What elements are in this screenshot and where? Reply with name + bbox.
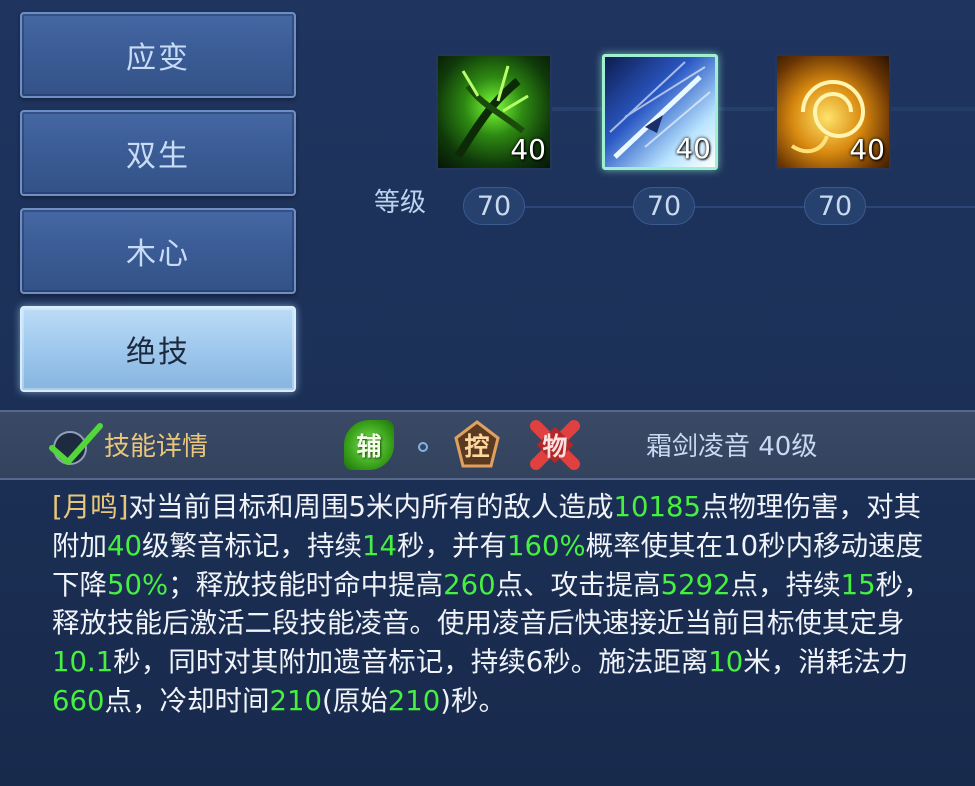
golden-vortex-skill-icon[interactable]: 40 (775, 54, 891, 170)
control-badge-icon: 控 (452, 420, 502, 470)
tab-jueji[interactable]: 绝技 (20, 306, 296, 392)
green-thorn-skill-icon[interactable]: 40 (436, 54, 552, 170)
desc-value: 10 (708, 646, 744, 679)
tab-shuangsheng[interactable]: 双生 (20, 110, 296, 196)
desc-value: 14 (362, 529, 397, 562)
desc-text: 点，冷却时间 (104, 684, 270, 717)
level-requirement: 70 (804, 187, 866, 225)
skill-connector-line (520, 107, 975, 111)
skill-level: 40 (849, 133, 885, 166)
level-connector-line (470, 206, 975, 208)
selected-skill-name: 霜剑凌音 40级 (646, 432, 818, 462)
desc-value: 210 (269, 684, 323, 717)
level-requirement: 70 (463, 187, 525, 225)
level-label: 等级 (374, 188, 427, 218)
support-badge-icon: 辅 (344, 420, 394, 470)
desc-text: (原始 (322, 684, 388, 717)
skill-category-tabs: 应变 双生 木心 绝技 (20, 12, 298, 404)
control-badge-label: 控 (464, 432, 490, 461)
skill-detail-title: 技能详情 (104, 432, 209, 462)
desc-value: 160% (507, 529, 586, 562)
desc-text: )秒。 (440, 684, 506, 717)
level-requirement: 70 (633, 187, 695, 225)
desc-text: 秒，同时对其附加遗音标记，持续6秒。施法距离 (113, 646, 709, 679)
skill-detail-header: 技能详情 辅 控 物 霜剑凌音 40级 (0, 410, 975, 480)
desc-value: 50% (107, 568, 169, 601)
desc-text: 对当前目标和周围5米内所有的敌人造成 (128, 491, 614, 523)
desc-text: 秒，并有 (397, 529, 507, 562)
desc-value: 40 (107, 529, 142, 562)
physical-badge-icon: 物 (530, 420, 580, 470)
desc-value: 10.1 (52, 646, 114, 679)
desc-value: 5292 (660, 568, 731, 601)
desc-text: 米，消耗法力 (743, 646, 909, 679)
desc-text: 点，持续 (730, 568, 841, 601)
desc-text: 点、攻击提高 (495, 568, 661, 601)
skill-description: [月鸣]对当前目标和周围5米内所有的敌人造成10185点物理伤害，对其附加40级… (52, 488, 942, 721)
separator-dot (418, 442, 428, 452)
physical-badge-label: 物 (542, 432, 568, 461)
checkmark-icon (49, 423, 103, 465)
desc-text: 级繁音标记，持续 (142, 529, 362, 562)
tab-yingbian[interactable]: 应变 (20, 12, 296, 98)
desc-value: 15 (840, 568, 876, 601)
desc-text: ；释放技能时命中提高 (168, 568, 444, 601)
desc-value: 10185 (613, 491, 701, 523)
skill-level: 40 (510, 133, 546, 166)
desc-value: 660 (52, 684, 105, 717)
desc-value: 210 (387, 684, 441, 717)
skill-level: 40 (675, 132, 711, 165)
desc-value: 260 (443, 568, 496, 601)
skill-tag: [月鸣] (52, 491, 129, 523)
ice-arrow-skill-icon[interactable]: 40 (602, 54, 718, 170)
tab-muxin[interactable]: 木心 (20, 208, 296, 294)
